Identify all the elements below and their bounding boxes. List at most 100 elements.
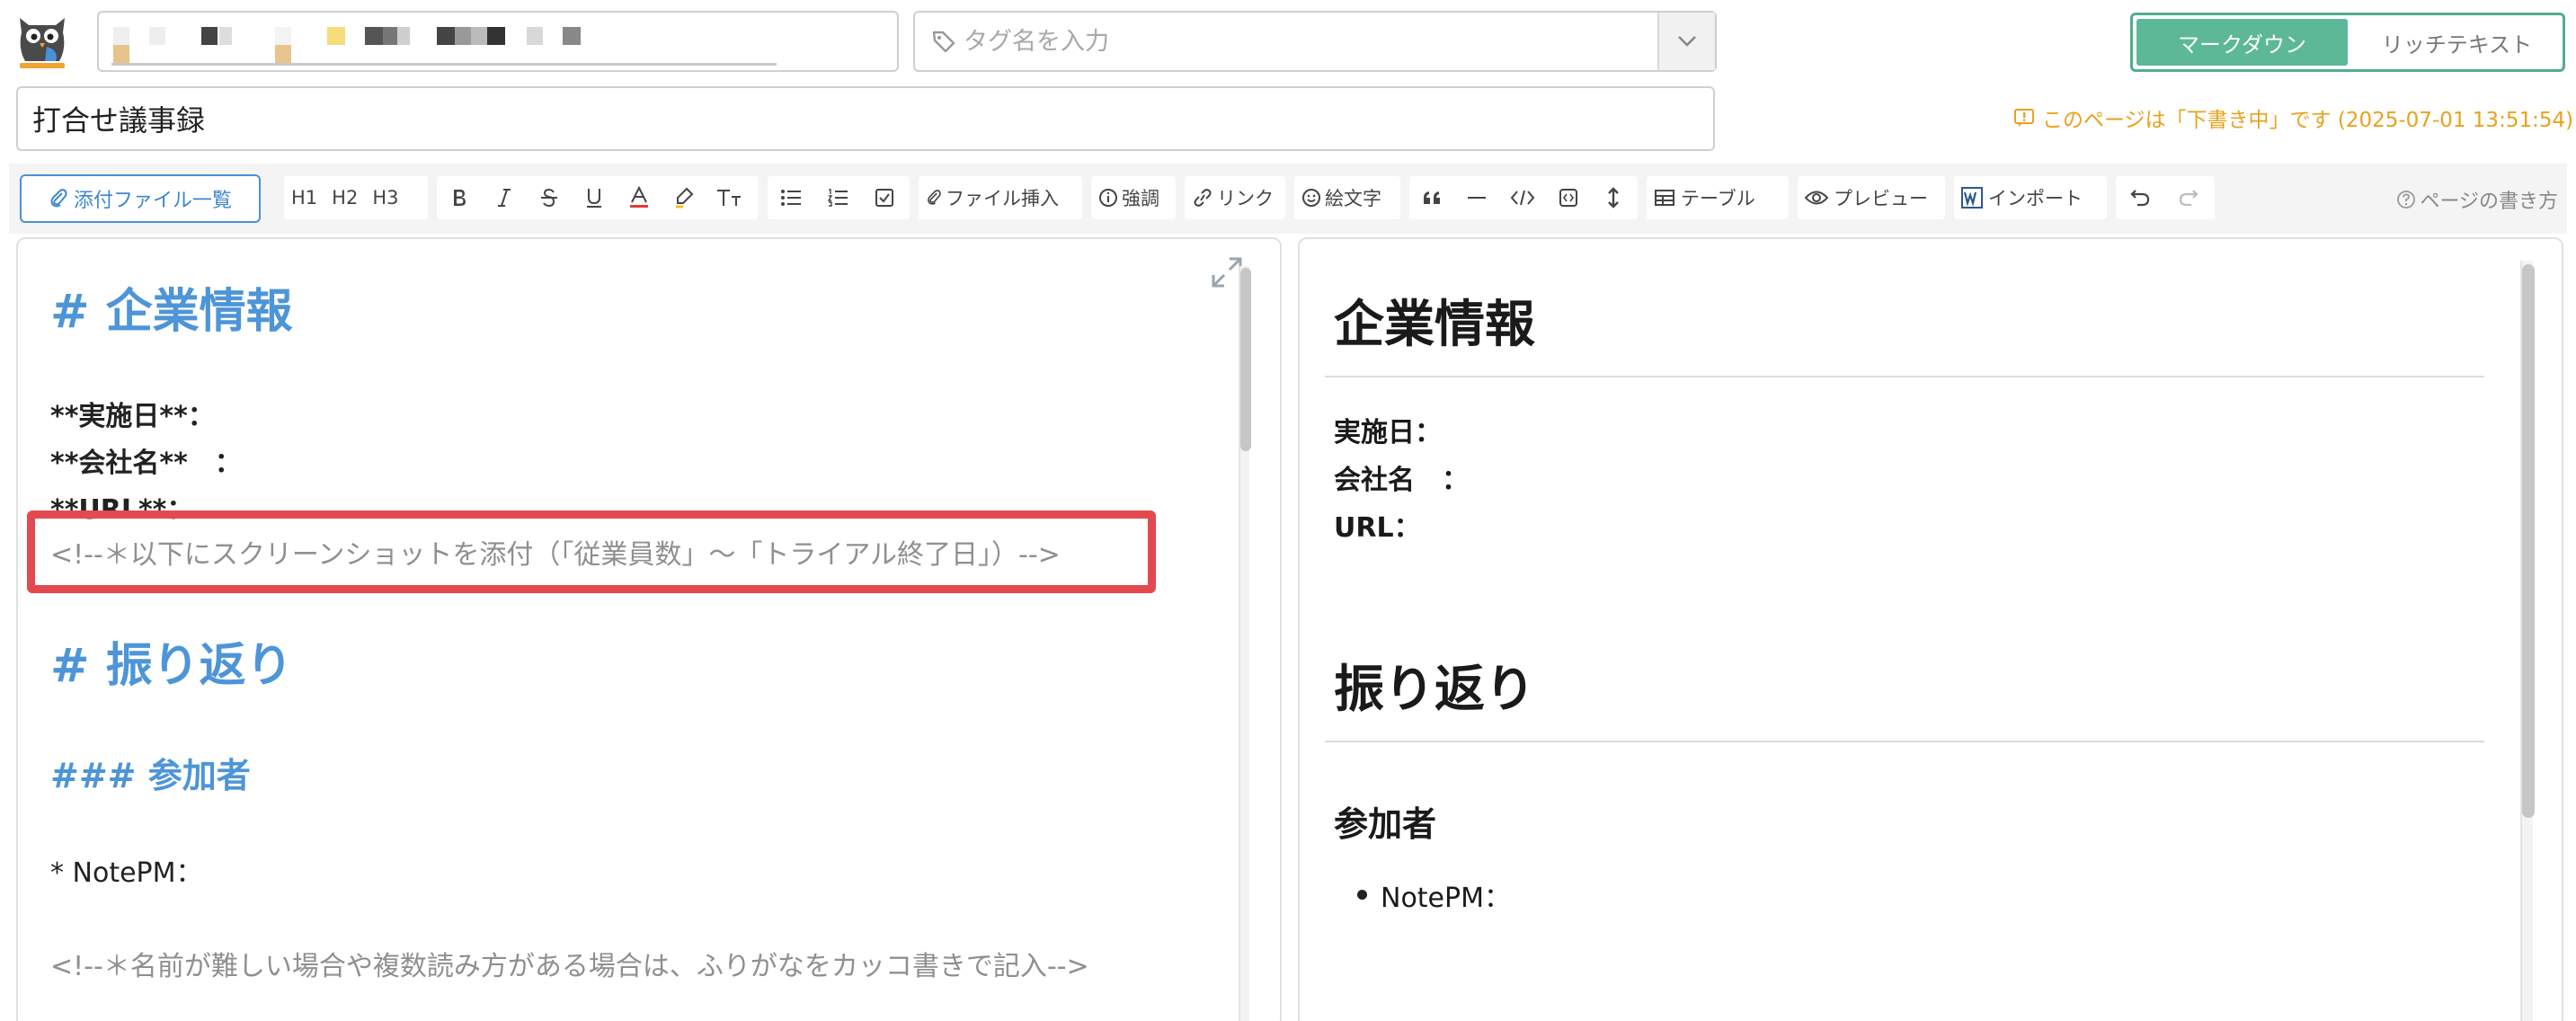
bullet-list-icon bbox=[781, 190, 801, 206]
md-date-line: **実施日**： bbox=[50, 401, 215, 432]
markdown-editor[interactable]: # 企業情報 **実施日**： **会社名** ： **URL**： <!--＊… bbox=[16, 237, 1282, 1021]
emphasis-group: 強調 bbox=[1091, 176, 1176, 219]
preview-notepm-item: NotePM： bbox=[1381, 883, 1511, 914]
md-comment-name: <!--＊名前が難しい場合や複数読み方がある場合は、ふりがなをカッコ書きで記入-… bbox=[50, 951, 1089, 982]
h1-button[interactable]: H1 bbox=[284, 176, 324, 219]
page-title-input[interactable]: 打合せ議事録 bbox=[16, 86, 1715, 151]
file-insert-label: ファイル挿入 bbox=[946, 188, 1059, 209]
italic-button[interactable] bbox=[482, 176, 527, 219]
eye-icon bbox=[1805, 191, 1828, 205]
line-height-button[interactable] bbox=[1591, 176, 1636, 219]
emoji-button[interactable]: 絵文字 bbox=[1294, 176, 1389, 219]
preview-scrollbar-thumb[interactable] bbox=[2522, 264, 2535, 818]
file-insert-button[interactable]: ファイル挿入 bbox=[919, 176, 1066, 219]
editor-mode-toggle: マークダウン リッチテキスト bbox=[2130, 13, 2565, 72]
file-insert-group: ファイル挿入 bbox=[919, 176, 1082, 219]
underline-icon bbox=[587, 189, 601, 208]
link-button[interactable]: リンク bbox=[1185, 176, 1281, 219]
editor-scrollbar-thumb[interactable] bbox=[1240, 268, 1251, 451]
richtext-mode-button[interactable]: リッチテキスト bbox=[2351, 15, 2563, 69]
word-icon bbox=[1961, 187, 1983, 209]
redo-button[interactable] bbox=[2164, 176, 2213, 219]
paperclip-icon bbox=[50, 189, 67, 208]
quote-button[interactable] bbox=[1409, 176, 1454, 219]
undo-button[interactable] bbox=[2116, 176, 2164, 219]
strikethrough-icon bbox=[541, 188, 557, 208]
highlighter-icon bbox=[676, 187, 694, 209]
help-label: ページの書き方 bbox=[2420, 191, 2558, 213]
table-group: テーブル bbox=[1647, 176, 1789, 219]
emphasis-label: 強調 bbox=[1122, 188, 1159, 209]
md-notepm-line: * NotePM： bbox=[50, 857, 203, 889]
emphasis-button[interactable]: 強調 bbox=[1091, 176, 1167, 219]
checkbox-icon bbox=[875, 189, 893, 207]
chevron-down-icon bbox=[1678, 36, 1696, 47]
list-group bbox=[768, 176, 910, 219]
h2-button[interactable]: H2 bbox=[324, 176, 365, 219]
attachment-list-label: 添付ファイル一覧 bbox=[73, 190, 232, 212]
italic-icon bbox=[498, 189, 511, 207]
preview-heading-rule bbox=[1325, 741, 2484, 742]
preview-date-label: 実施日： bbox=[1334, 417, 1442, 448]
preview-button[interactable]: プレビュー bbox=[1798, 176, 1935, 219]
tag-icon bbox=[932, 31, 955, 53]
paperclip-icon bbox=[928, 190, 941, 205]
highlight-button[interactable] bbox=[662, 176, 706, 219]
preview-url-label: URL： bbox=[1334, 512, 1421, 544]
expand-icon[interactable] bbox=[1212, 257, 1242, 288]
import-label: インポート bbox=[1988, 188, 2083, 209]
history-group bbox=[2116, 176, 2215, 219]
markdown-mode-button[interactable]: マークダウン bbox=[2136, 19, 2348, 66]
code-block-icon bbox=[1559, 189, 1577, 207]
info-icon bbox=[1099, 189, 1117, 207]
table-button[interactable]: テーブル bbox=[1647, 176, 1763, 219]
md-heading-company: # 企業情報 bbox=[50, 285, 293, 339]
horizontal-rule-button[interactable] bbox=[1454, 176, 1499, 219]
h3-button[interactable]: H3 bbox=[365, 176, 405, 219]
tag-dropdown-button[interactable] bbox=[1657, 13, 1715, 70]
link-label: リンク bbox=[1217, 188, 1274, 209]
text-size-button[interactable] bbox=[706, 176, 751, 219]
preview-heading-rule bbox=[1325, 376, 2484, 377]
format-group bbox=[437, 176, 759, 219]
owl-logo-icon[interactable] bbox=[14, 13, 70, 72]
code-block-button[interactable] bbox=[1546, 176, 1591, 219]
code-button[interactable] bbox=[1499, 176, 1546, 219]
breadcrumb[interactable] bbox=[97, 11, 899, 72]
table-icon bbox=[1655, 190, 1674, 206]
strikethrough-button[interactable] bbox=[527, 176, 572, 219]
table-label: テーブル bbox=[1681, 188, 1755, 209]
breadcrumb-underline bbox=[111, 63, 777, 66]
preview-bullet bbox=[1357, 890, 1367, 900]
tag-select[interactable] bbox=[913, 11, 1717, 72]
markdown-preview: 企業情報 実施日： 会社名 ： URL： 振り返り 参加者 NotePM： bbox=[1298, 237, 2563, 1021]
preview-label: プレビュー bbox=[1834, 188, 1928, 209]
numbered-list-button[interactable] bbox=[814, 176, 861, 219]
attachment-list-button[interactable]: 添付ファイル一覧 bbox=[20, 174, 261, 223]
link-icon bbox=[1194, 189, 1212, 207]
underline-button[interactable] bbox=[572, 176, 617, 219]
draft-status: このページは「下書き中」です (2025-07-01 13:51:54) bbox=[2013, 102, 2573, 133]
line-height-icon bbox=[1608, 187, 1619, 209]
undo-icon bbox=[2130, 190, 2150, 207]
redo-icon bbox=[2179, 190, 2198, 207]
editor-toolbar: 添付ファイル一覧 H1 H2 H3 ファイル挿入 強調 リンク 絵文字 テーブル… bbox=[9, 164, 2567, 234]
import-group: インポート bbox=[1954, 176, 2107, 219]
import-button[interactable]: インポート bbox=[1954, 176, 2090, 219]
checkbox-button[interactable] bbox=[861, 176, 908, 219]
bold-button[interactable] bbox=[437, 176, 482, 219]
tag-input[interactable] bbox=[964, 27, 1593, 56]
bullet-list-button[interactable] bbox=[768, 176, 814, 219]
preview-heading-participants: 参加者 bbox=[1334, 804, 1437, 844]
md-heading-review: # 振り返り bbox=[50, 639, 293, 693]
smile-icon bbox=[1302, 189, 1320, 207]
draft-comment-icon bbox=[2014, 109, 2034, 127]
md-company-line: **会社名** ： bbox=[50, 448, 242, 479]
font-color-button[interactable] bbox=[617, 176, 662, 219]
font-color-icon bbox=[630, 186, 648, 208]
help-link[interactable]: ページの書き方 bbox=[2396, 185, 2558, 214]
highlight-annotation-box bbox=[27, 511, 1156, 593]
text-size-icon bbox=[717, 190, 741, 206]
help-icon bbox=[2397, 191, 2416, 209]
code-icon bbox=[1510, 190, 1535, 206]
